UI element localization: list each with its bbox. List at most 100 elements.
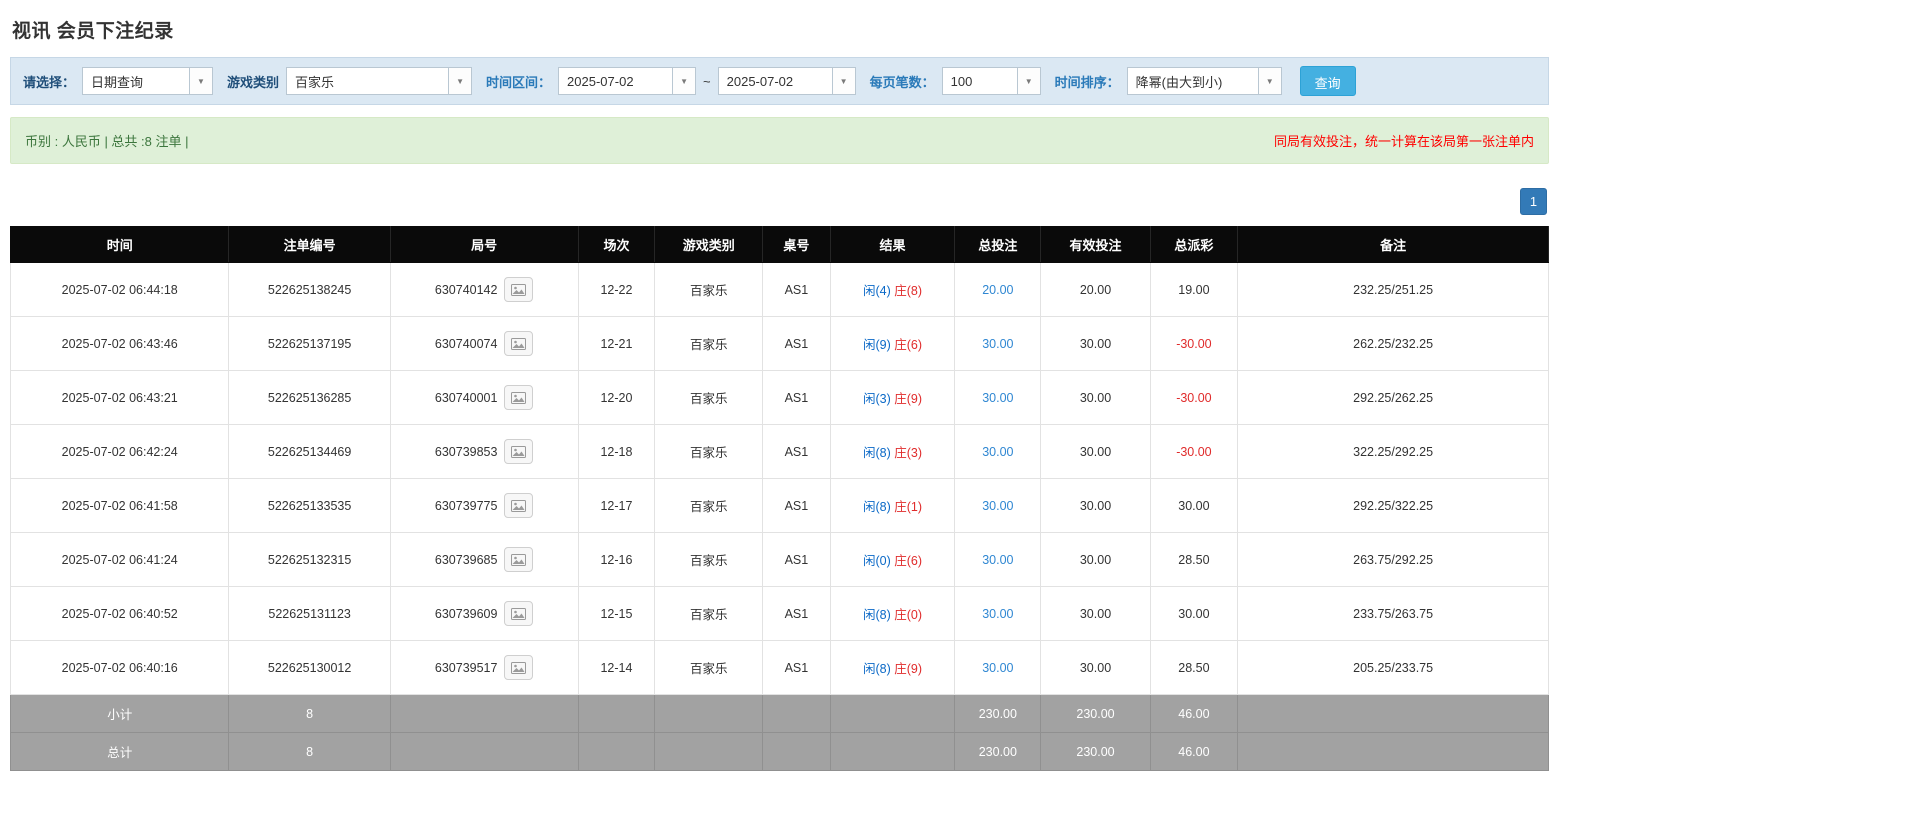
game-type-label: 游戏类别 — [227, 74, 280, 90]
cell-time: 2025-07-02 06:44:18 — [9, 262, 230, 317]
video-replay-icon[interactable] — [504, 439, 534, 464]
cell-total-bet: 30.00 — [954, 424, 1042, 479]
cell-note: 232.25/251.25 — [1237, 262, 1549, 317]
round-id-text: 630739609 — [434, 606, 498, 621]
chevron-down-icon[interactable]: ▼ — [1016, 68, 1040, 94]
cell-note: 322.25/292.25 — [1237, 424, 1549, 479]
cell-table-no: AS1 — [762, 424, 831, 479]
sort-combobox: ▼ — [1126, 67, 1282, 95]
cell-valid-bet: 30.00 — [1040, 424, 1151, 479]
cell-total-bet: 30.00 — [954, 640, 1042, 695]
total-bet-link[interactable]: 30.00 — [982, 337, 1013, 351]
date-to-input[interactable] — [718, 68, 832, 94]
subtotal-total-bet: 230.00 — [954, 694, 1042, 733]
column-header-result: 结果 — [829, 226, 956, 263]
round-id-text: 630739853 — [434, 444, 498, 459]
page-button-1[interactable]: 1 — [1520, 188, 1547, 215]
result-banker: 庄(9) — [894, 392, 923, 406]
result-player: 闲(3) — [862, 392, 891, 406]
total-bet-link[interactable]: 30.00 — [982, 661, 1013, 675]
result-player: 闲(9) — [862, 338, 891, 352]
cell-game: 百家乐 — [654, 316, 764, 371]
search-button[interactable]: 查询 — [1299, 66, 1356, 96]
filter-select-group: 请选择： ▼ — [23, 67, 214, 95]
video-replay-icon[interactable] — [504, 493, 534, 518]
total-bet-link[interactable]: 20.00 — [982, 283, 1013, 297]
cell-bet-id: 522625131123 — [228, 586, 391, 641]
page-size-input[interactable] — [942, 68, 1017, 94]
chevron-down-icon[interactable]: ▼ — [672, 68, 696, 94]
cell-bet-id: 522625136285 — [228, 370, 391, 425]
total-total-bet: 230.00 — [954, 732, 1042, 771]
query-type-input[interactable] — [83, 68, 190, 94]
cell-session: 12-22 — [577, 262, 656, 317]
cell-total-bet: 30.00 — [954, 478, 1042, 533]
cell-time: 2025-07-02 06:41:58 — [9, 478, 230, 533]
chevron-down-icon[interactable]: ▼ — [189, 68, 213, 94]
total-bet-link[interactable]: 30.00 — [982, 607, 1013, 621]
cell-note: 263.75/292.25 — [1237, 532, 1549, 587]
video-replay-icon[interactable] — [504, 547, 534, 572]
cell-total-bet: 20.00 — [954, 262, 1042, 317]
result-banker: 庄(0) — [894, 608, 923, 622]
total-payout: 46.00 — [1149, 732, 1239, 771]
cell-result: 闲(9) 庄(6) — [829, 316, 956, 371]
subtotal-row: 小计 8 230.00 230.00 46.00 — [9, 694, 1549, 733]
round-id-text: 630740001 — [434, 390, 498, 405]
total-bet-link[interactable]: 30.00 — [982, 499, 1013, 513]
cell-table-no: AS1 — [762, 262, 831, 317]
video-replay-icon[interactable] — [504, 331, 534, 356]
filter-date-range-group: 时间区间： ▼ ~ ▼ — [486, 67, 856, 95]
cell-result: 闲(8) 庄(1) — [829, 478, 956, 533]
page-size-combobox: ▼ — [941, 67, 1041, 95]
round-id-text: 630740142 — [434, 282, 498, 297]
cell-session: 12-21 — [577, 316, 656, 371]
result-player: 闲(0) — [862, 554, 891, 568]
total-bet-link[interactable]: 30.00 — [982, 391, 1013, 405]
date-range-separator: ~ — [703, 73, 711, 89]
chevron-down-icon[interactable]: ▼ — [448, 68, 472, 94]
subtotal-label: 小计 — [9, 694, 230, 733]
filter-bar: 请选择： ▼ 游戏类别 ▼ 时间区间： ▼ ~ ▼ — [10, 57, 1549, 105]
video-replay-icon[interactable] — [504, 601, 534, 626]
total-bet-link[interactable]: 30.00 — [982, 553, 1013, 567]
cell-bet-id: 522625137195 — [228, 316, 391, 371]
table-row: 2025-07-02 06:41:58 522625133535 630739775… — [9, 478, 1549, 533]
game-type-combobox: ▼ — [286, 67, 473, 95]
cell-game: 百家乐 — [654, 532, 764, 587]
cell-time: 2025-07-02 06:41:24 — [9, 532, 230, 587]
table-row: 2025-07-02 06:43:21 522625136285 630740001… — [9, 370, 1549, 425]
video-replay-icon[interactable] — [504, 385, 534, 410]
total-bet-link[interactable]: 30.00 — [982, 445, 1013, 459]
cell-session: 12-15 — [577, 586, 656, 641]
cell-bet-id: 522625130012 — [228, 640, 391, 695]
cell-round-id: 630739609 — [389, 586, 579, 641]
page-size-label: 每页笔数： — [869, 74, 935, 90]
video-replay-icon[interactable] — [504, 655, 534, 680]
cell-round-id: 630740001 — [389, 370, 579, 425]
chevron-down-icon[interactable]: ▼ — [831, 68, 855, 94]
cell-payout: -30.00 — [1149, 370, 1239, 425]
round-id-text: 630739517 — [434, 660, 498, 675]
cell-valid-bet: 30.00 — [1040, 640, 1151, 695]
video-replay-icon[interactable] — [504, 277, 534, 302]
cell-table-no: AS1 — [762, 370, 831, 425]
round-id-text: 630740074 — [434, 336, 498, 351]
result-banker: 庄(9) — [894, 662, 923, 676]
chevron-down-icon[interactable]: ▼ — [1257, 68, 1281, 94]
game-type-input[interactable] — [287, 68, 449, 94]
select-label: 请选择： — [23, 74, 76, 90]
cell-bet-id: 522625132315 — [228, 532, 391, 587]
sort-input[interactable] — [1127, 68, 1258, 94]
cell-game: 百家乐 — [654, 640, 764, 695]
summary-bar: 币别 : 人民币 | 总共 :8 注单 | 同局有效投注，统一计算在该局第一张注… — [10, 117, 1549, 164]
page-title: 视讯 会员下注纪录 — [12, 21, 174, 42]
filter-page-size-group: 每页笔数： ▼ — [870, 67, 1041, 95]
sort-label: 时间排序： — [1054, 74, 1120, 90]
cell-round-id: 630739775 — [389, 478, 579, 533]
cell-round-id: 630739517 — [389, 640, 579, 695]
column-header-note: 备注 — [1237, 226, 1549, 263]
cell-session: 12-14 — [577, 640, 656, 695]
date-from-input[interactable] — [559, 68, 673, 94]
cell-table-no: AS1 — [762, 316, 831, 371]
